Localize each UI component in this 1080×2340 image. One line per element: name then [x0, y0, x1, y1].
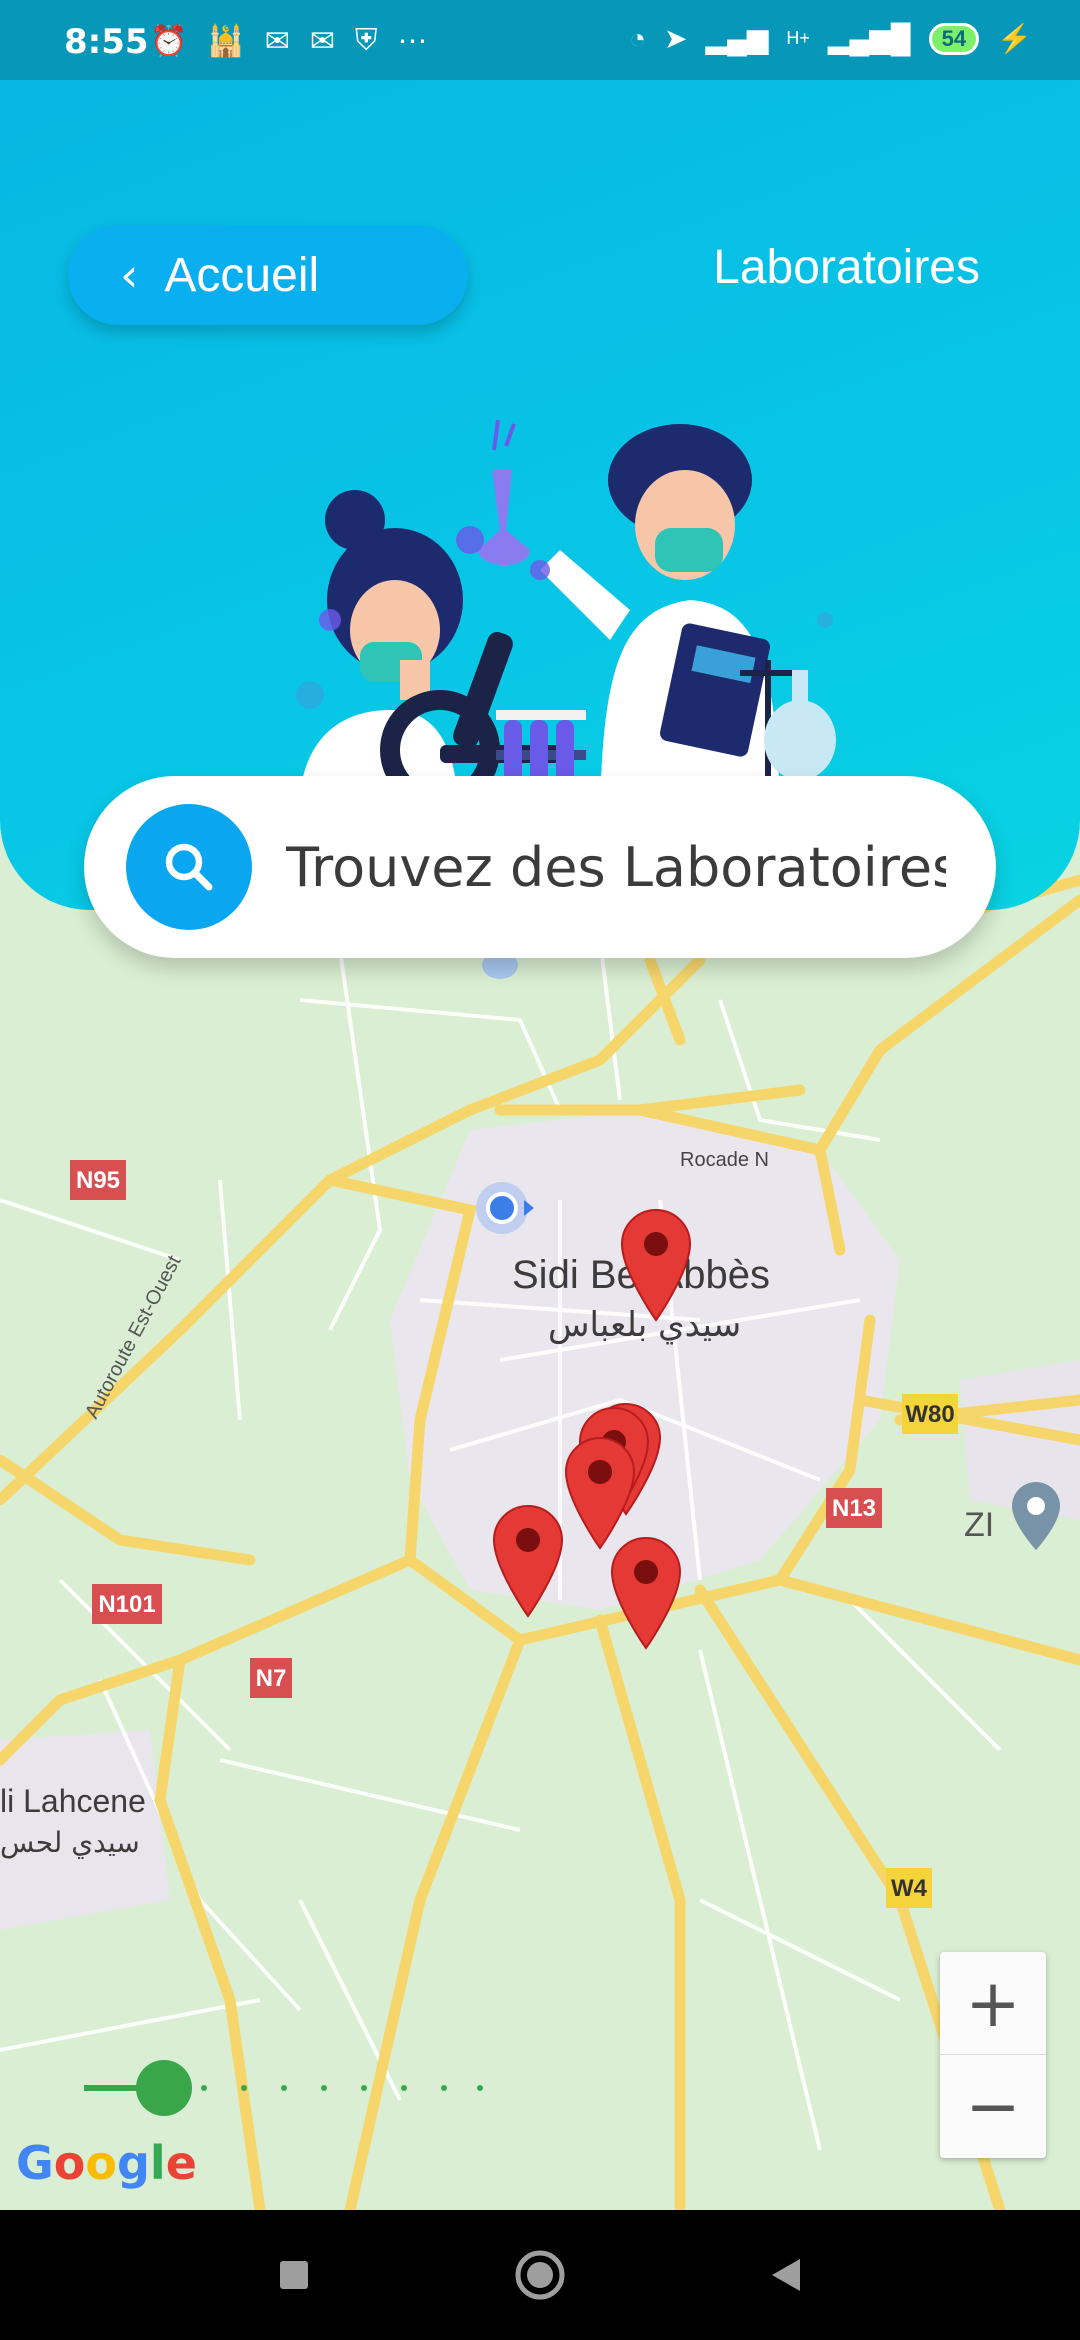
triangle-back-icon [772, 2259, 800, 2291]
system-icons: ◔ ➤ ▂▄▆ H+ ▂▄▆█ 54 ⚡ [629, 22, 1032, 55]
mosque-icon: 🕌 [207, 25, 245, 58]
alarm-icon: ⏰ [150, 25, 188, 58]
shield-icon: ⛨ [355, 24, 378, 57]
network-type: H+ [786, 28, 810, 48]
radius-slider[interactable] [84, 2058, 484, 2118]
zoom-controls: + − [940, 1952, 1046, 2158]
battery-indicator: 54 [928, 22, 980, 55]
location-icon: ➤ [664, 23, 688, 54]
zoom-out-button[interactable]: − [940, 2055, 1046, 2158]
messenger-icon: ✉ [264, 25, 290, 58]
circle-icon [515, 2250, 565, 2300]
navigation-bar [0, 2210, 1080, 2340]
status-time: 8:55 [64, 22, 149, 62]
back-button-label: Accueil [164, 248, 320, 302]
page-title: Laboratoires [713, 241, 980, 294]
lab-marker-6[interactable] [611, 1537, 681, 1649]
search-input[interactable] [286, 835, 946, 899]
search-button[interactable] [126, 804, 252, 930]
chevron-left-icon: ‹ [120, 248, 139, 302]
back-nav-button[interactable] [758, 2247, 814, 2303]
slider-thumb[interactable] [136, 2060, 192, 2116]
lab-marker-4[interactable] [565, 1437, 635, 1549]
notification-icons: ⏰ 🕌 ✉ ✉ ⛨ ⋯ [150, 24, 428, 59]
zoom-in-button[interactable]: + [940, 1952, 1046, 2055]
search-bar[interactable] [84, 776, 996, 958]
lab-marker-1[interactable] [621, 1209, 691, 1321]
google-logo: Google [16, 2136, 197, 2190]
home-button[interactable] [512, 2247, 568, 2303]
lab-marker-5[interactable] [493, 1505, 563, 1617]
charging-icon: ⚡ [997, 23, 1032, 54]
signal-icon: ▂▄▆ [705, 23, 769, 54]
search-icon [165, 843, 213, 891]
signal-icon-2: ▂▄▆█ [827, 23, 911, 54]
recents-button[interactable] [266, 2247, 322, 2303]
wifi-icon: ◔ [629, 22, 646, 54]
back-button[interactable]: ‹ Accueil [68, 225, 468, 325]
messenger-icon-2: ✉ [309, 25, 335, 58]
more-icon: ⋯ [397, 25, 428, 58]
square-icon [280, 2261, 308, 2289]
status-bar: 8:55 ⏰ 🕌 ✉ ✉ ⛨ ⋯ ◔ ➤ ▂▄▆ H+ ▂▄▆█ 54 ⚡ [0, 0, 1080, 80]
